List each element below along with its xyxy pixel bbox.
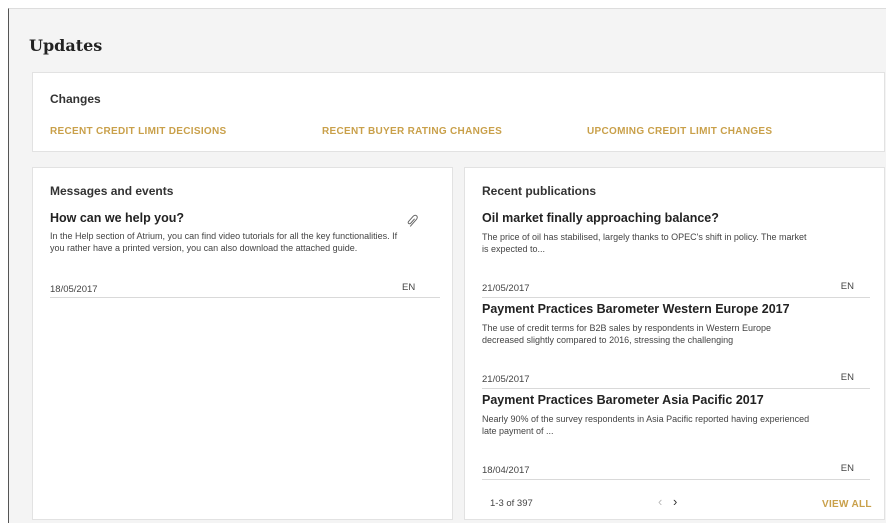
message-date: 18/05/2017 — [50, 284, 98, 295]
paperclip-icon[interactable] — [407, 214, 419, 228]
publication-divider — [482, 388, 870, 389]
messages-heading: Messages and events — [50, 184, 174, 198]
publication-summary: The use of credit terms for B2B sales by… — [482, 323, 771, 345]
publication-language: EN — [840, 281, 854, 292]
page-background: Updates Changes RECENT CREDIT LIMIT DECI… — [8, 8, 886, 523]
publications-card: Recent publications Oil market finally a… — [464, 167, 885, 520]
message-title[interactable]: How can we help you? — [50, 211, 184, 225]
message-language: EN — [402, 282, 416, 293]
changes-card: Changes RECENT CREDIT LIMIT DECISIONS RE… — [32, 72, 885, 152]
publication-language: EN — [840, 463, 854, 474]
publication-divider — [482, 479, 870, 480]
publications-heading: Recent publications — [482, 184, 597, 198]
recent-buyer-rating-changes-link[interactable]: RECENT BUYER RATING CHANGES — [322, 126, 502, 137]
message-body: In the Help section of Atrium, you can f… — [50, 231, 398, 253]
publication-date: 18/04/2017 — [482, 465, 530, 476]
publication-item[interactable]: Payment Practices Barometer Asia Pacific… — [482, 393, 870, 483]
publication-title[interactable]: Oil market finally approaching balance? — [482, 211, 719, 225]
page-title: Updates — [29, 36, 103, 55]
pagination-count: 1-3 of 397 — [490, 498, 533, 509]
messages-card: Messages and events How can we help you?… — [32, 167, 453, 520]
publication-date: 21/05/2017 — [482, 374, 530, 385]
publication-item[interactable]: Oil market finally approaching balance? … — [482, 211, 870, 301]
chevron-right-icon[interactable]: › — [673, 494, 677, 509]
upcoming-credit-limit-changes-link[interactable]: UPCOMING CREDIT LIMIT CHANGES — [587, 126, 772, 137]
publication-divider — [482, 297, 870, 298]
publication-item[interactable]: Payment Practices Barometer Western Euro… — [482, 302, 870, 392]
publication-date: 21/05/2017 — [482, 283, 530, 294]
publication-language: EN — [840, 372, 854, 383]
changes-heading: Changes — [50, 92, 101, 106]
view-all-link[interactable]: VIEW ALL — [822, 499, 872, 510]
chevron-left-icon[interactable]: ‹ — [658, 494, 662, 509]
recent-credit-limit-decisions-link[interactable]: RECENT CREDIT LIMIT DECISIONS — [50, 126, 226, 137]
message-divider — [50, 297, 440, 298]
publication-title[interactable]: Payment Practices Barometer Western Euro… — [482, 302, 790, 316]
publication-summary: Nearly 90% of the survey respondents in … — [482, 414, 810, 436]
publication-title[interactable]: Payment Practices Barometer Asia Pacific… — [482, 393, 764, 407]
publication-summary: The price of oil has stabilised, largely… — [482, 232, 807, 254]
